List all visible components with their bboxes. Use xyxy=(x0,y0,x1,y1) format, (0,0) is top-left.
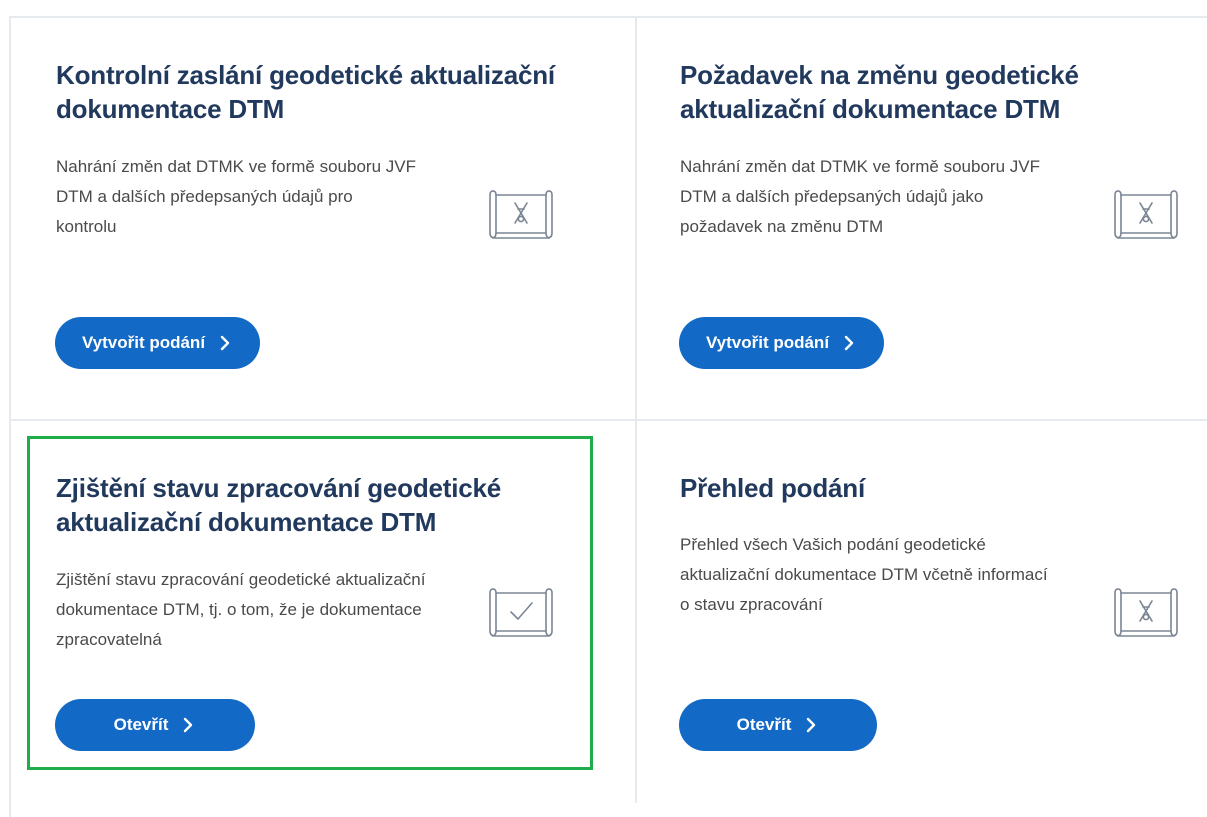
card-description: Nahrání změn dat DTMK ve formě souboru J… xyxy=(56,157,416,236)
card-title: Zjištění stavu zpracování geodetické akt… xyxy=(56,473,502,537)
grid-divider-horizontal xyxy=(10,419,1207,421)
chevron-right-icon xyxy=(180,716,196,734)
open-button[interactable]: Otevřít xyxy=(679,699,877,751)
grid-divider-top xyxy=(10,16,1207,18)
chevron-right-icon xyxy=(841,334,857,352)
create-submission-button[interactable]: Vytvořit podání xyxy=(55,317,260,369)
card-description: Přehled všech Vašich podání geodetické a… xyxy=(680,535,1048,614)
button-label: Otevřít xyxy=(113,715,169,734)
card-title: Přehled podání xyxy=(680,473,866,503)
map-scroll-icon xyxy=(487,183,555,245)
button-label: Vytvořit podání xyxy=(81,333,206,352)
card-title: Kontrolní zaslání geodetické aktualizačn… xyxy=(56,60,555,124)
card-description: Zjištění stavu zpracování geodetické akt… xyxy=(56,570,426,649)
grid-divider-left xyxy=(9,16,11,817)
map-scroll-icon xyxy=(1112,581,1180,643)
chevron-right-icon xyxy=(803,716,819,734)
chevron-right-icon xyxy=(217,334,233,352)
button-label: Otevřít xyxy=(736,715,792,734)
open-button[interactable]: Otevřít xyxy=(55,699,255,751)
create-submission-button[interactable]: Vytvořit podání xyxy=(679,317,884,369)
card-title: Požadavek na změnu geodetické aktualizač… xyxy=(680,60,1079,124)
map-scroll-icon xyxy=(1112,183,1180,245)
grid-divider-vertical xyxy=(635,16,637,803)
map-check-icon xyxy=(487,581,555,643)
card-description: Nahrání změn dat DTMK ve formě souboru J… xyxy=(680,157,1040,236)
button-label: Vytvořit podání xyxy=(705,333,830,352)
